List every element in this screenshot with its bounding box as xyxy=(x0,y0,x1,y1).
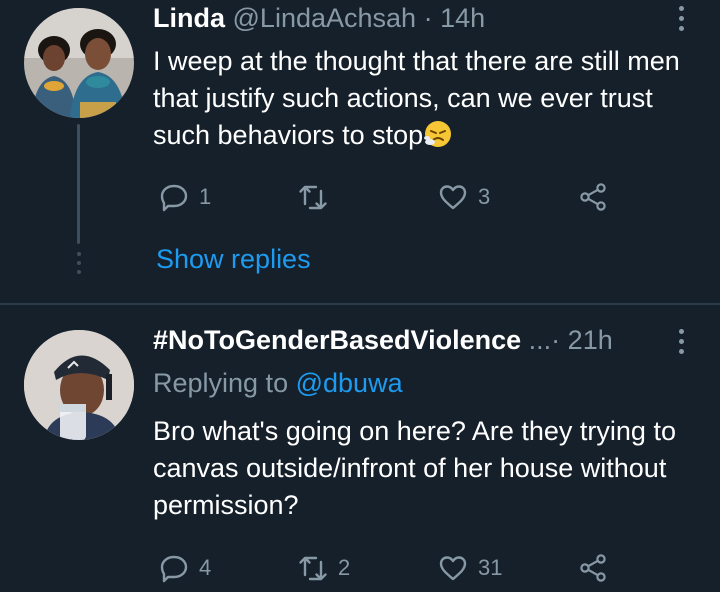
like-count: 31 xyxy=(478,555,503,580)
heart-icon xyxy=(439,556,467,581)
tweet-header: Linda @LindaAchsah · 14h xyxy=(153,2,485,34)
more-options-icon[interactable] xyxy=(677,329,685,359)
reply-count: 1 xyxy=(199,184,212,209)
tweet[interactable]: Linda @LindaAchsah · 14h I weep at the t… xyxy=(0,0,720,304)
replying-to: Replying to @dbuwa xyxy=(153,368,403,399)
like-count: 3 xyxy=(478,184,491,209)
avatar[interactable] xyxy=(24,330,134,440)
user-handle[interactable]: @LindaAchsah xyxy=(233,3,417,33)
retweet-icon xyxy=(299,185,327,210)
share-icon xyxy=(580,183,606,211)
display-name[interactable]: #NoToGenderBasedViolence xyxy=(153,325,521,355)
retweet-icon xyxy=(299,556,327,581)
reply-icon xyxy=(160,184,188,212)
tweet[interactable]: #NoToGenderBasedViolence ...· 21h Replyi… xyxy=(0,305,720,592)
tweet-text: Bro what's going on here? Are they tryin… xyxy=(153,416,676,520)
replying-to-label: Replying to xyxy=(153,368,289,398)
tweet-text-content: I weep at the thought that there are sti… xyxy=(153,46,680,150)
reply-count: 4 xyxy=(199,555,212,580)
display-name[interactable]: Linda xyxy=(153,3,225,33)
timestamp[interactable]: 14h xyxy=(440,3,485,33)
show-replies-link[interactable]: Show replies xyxy=(156,244,311,275)
reply-button[interactable]: 1 xyxy=(159,177,211,217)
thread-dots xyxy=(75,252,82,280)
retweet-button[interactable]: 2 xyxy=(298,548,350,588)
reply-icon xyxy=(160,555,188,583)
share-icon xyxy=(580,554,606,582)
reply-button[interactable]: 4 xyxy=(159,548,211,588)
like-button[interactable]: 3 xyxy=(438,177,490,217)
separator-dot: · xyxy=(551,325,561,355)
avatar[interactable] xyxy=(24,8,134,118)
tweet-header: #NoToGenderBasedViolence ...· 21h xyxy=(153,324,613,356)
name-ellipsis: ... xyxy=(528,325,552,355)
face-with-steam-emoji-icon xyxy=(424,121,452,147)
retweet-button[interactable] xyxy=(298,177,338,217)
tweet-actions: 4 2 31 xyxy=(153,548,623,588)
retweet-count: 2 xyxy=(338,555,351,580)
tweet-text: I weep at the thought that there are sti… xyxy=(153,43,713,154)
separator-dot: · xyxy=(423,3,433,33)
share-button[interactable] xyxy=(578,177,608,217)
timestamp[interactable]: 21h xyxy=(568,325,613,355)
heart-icon xyxy=(439,185,467,210)
tweet-actions: 1 3 xyxy=(153,177,623,217)
replying-to-handle[interactable]: @dbuwa xyxy=(296,368,403,398)
like-button[interactable]: 31 xyxy=(438,548,502,588)
thread-line xyxy=(77,124,80,244)
more-options-icon[interactable] xyxy=(677,6,685,36)
share-button[interactable] xyxy=(578,548,608,588)
